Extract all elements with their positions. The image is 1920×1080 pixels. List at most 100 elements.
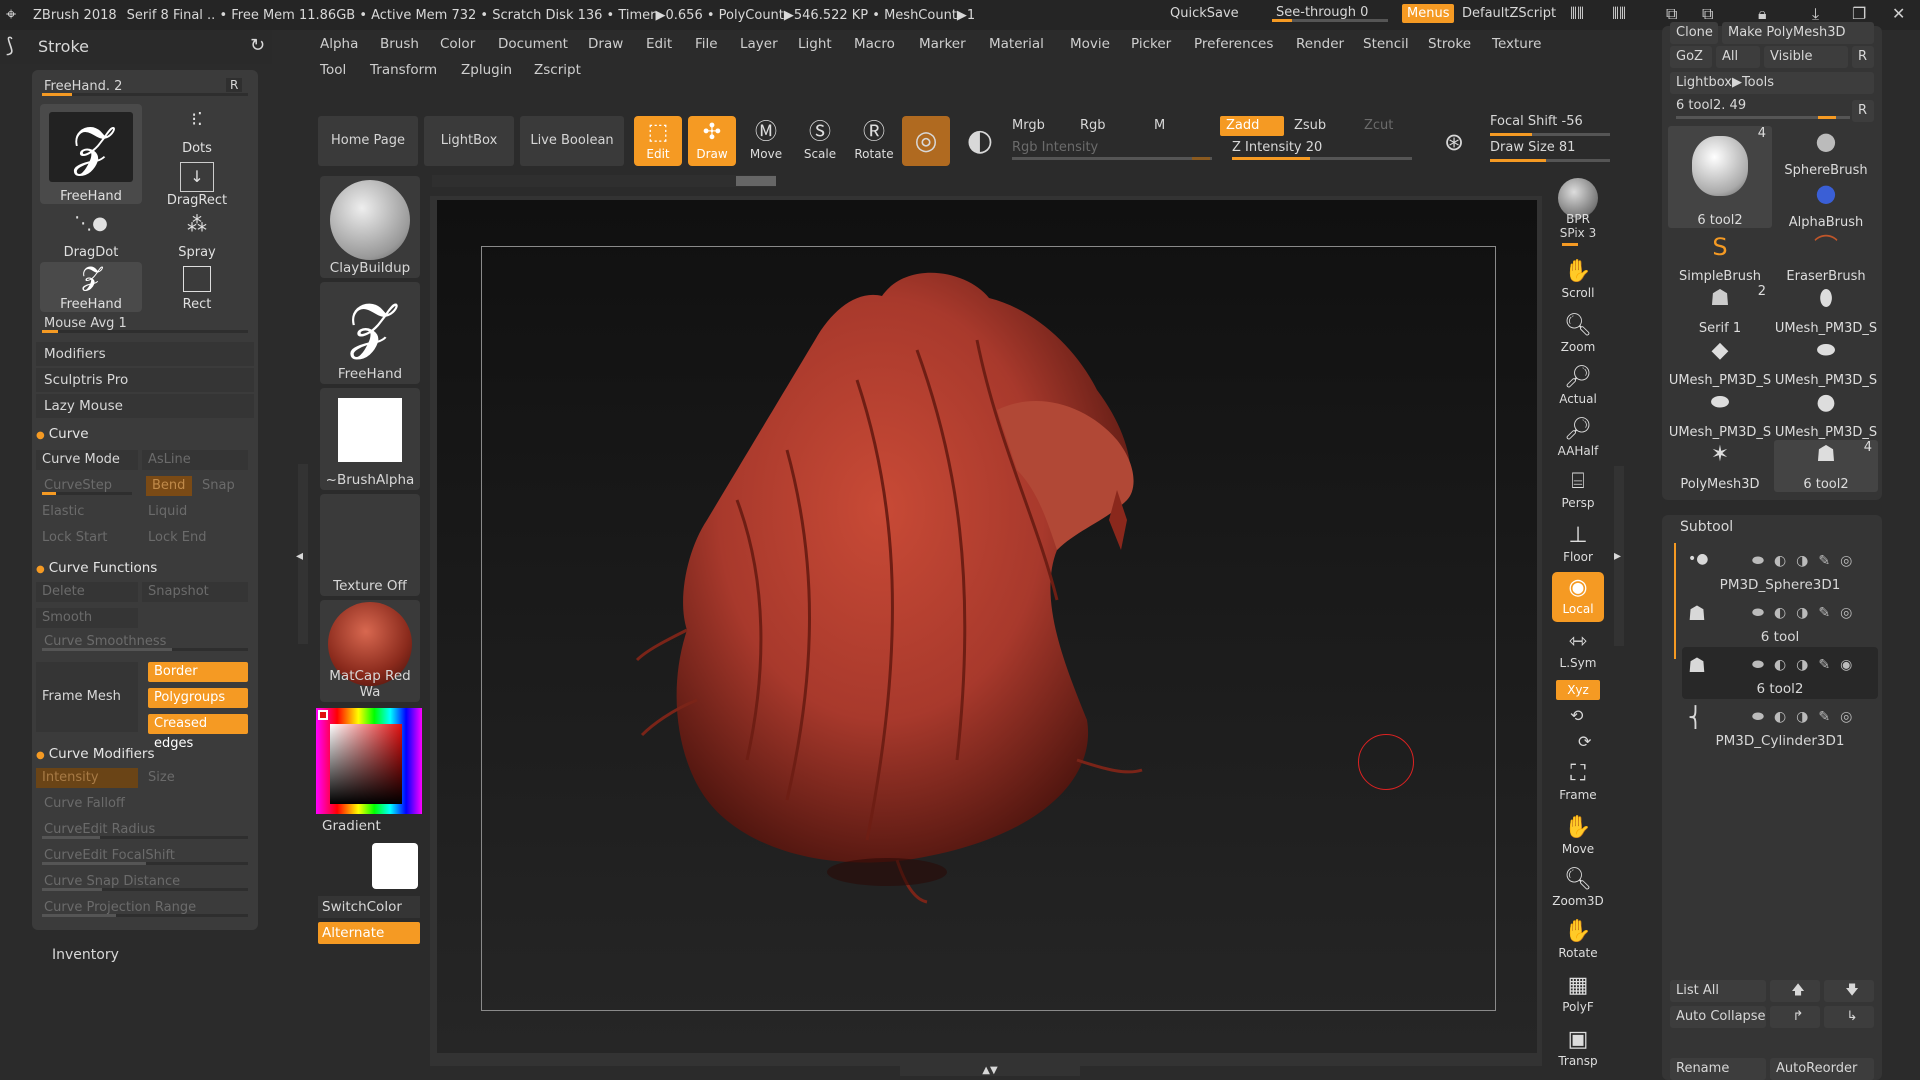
draw-mode-button[interactable]: ✣ Draw bbox=[688, 116, 736, 166]
tool-umesh-3[interactable]: ⬬ UMesh_PM3D_S bbox=[1774, 336, 1878, 388]
y-rotate-icon[interactable]: ⟲ bbox=[1570, 706, 1583, 725]
perspective-button[interactable]: ⌸ Persp bbox=[1552, 466, 1604, 516]
mrgb-button[interactable]: Mrgb bbox=[1012, 118, 1045, 133]
right-tray-collapse-icon[interactable]: ▸ bbox=[1614, 548, 1621, 564]
menu-draw[interactable]: Draw bbox=[588, 36, 623, 52]
tool-polymesh3d[interactable]: ✶ PolyMesh3D bbox=[1668, 440, 1772, 492]
menu-edit[interactable]: Edit bbox=[646, 36, 672, 52]
refresh-icon[interactable]: ↻ bbox=[250, 35, 265, 56]
move-up-button[interactable]: 🡅 bbox=[1770, 980, 1820, 1002]
frame-mesh-button[interactable]: Frame Mesh bbox=[36, 662, 138, 732]
menu-transform[interactable]: Transform bbox=[370, 62, 437, 78]
menu-stencil[interactable]: Stencil bbox=[1363, 36, 1409, 52]
zsub-button[interactable]: Zsub bbox=[1294, 118, 1326, 133]
current-stroke-button[interactable]: 𝓩 FreeHand bbox=[320, 282, 420, 384]
close-icon[interactable]: ✕ bbox=[1892, 4, 1905, 23]
menu-stroke[interactable]: Stroke bbox=[1428, 36, 1471, 52]
subtool-item-cylinder[interactable]: ⎨ ⬬◐◑✎◎ PM3D_Cylinder3D1 bbox=[1682, 699, 1878, 751]
tool-alphabrush[interactable]: ● AlphaBrush bbox=[1774, 178, 1878, 230]
rotate-mode-button[interactable]: Ⓡ Rotate bbox=[850, 116, 898, 166]
home-page-button[interactable]: Home Page bbox=[318, 116, 418, 166]
asline-button[interactable]: AsLine bbox=[142, 450, 248, 470]
menu-layer[interactable]: Layer bbox=[740, 36, 778, 52]
subtool-item-sphere[interactable]: •● ⬬◐◑✎◎ PM3D_Sphere3D1 bbox=[1682, 543, 1878, 595]
focal-shift-slider[interactable]: Focal Shift -56 bbox=[1490, 114, 1610, 138]
subtool-cylinder-icons[interactable]: ⬬◐◑✎◎ bbox=[1752, 709, 1862, 725]
color-picker[interactable] bbox=[316, 708, 422, 814]
curveedit-radius-slider[interactable]: CurveEdit Radius bbox=[36, 820, 254, 840]
see-through-slider[interactable]: See-through 0 bbox=[1270, 4, 1390, 24]
draw-size-slider[interactable]: Draw Size 81 bbox=[1490, 140, 1610, 164]
menu-marker[interactable]: Marker bbox=[919, 36, 966, 52]
polygroups-toggle[interactable]: Polygroups bbox=[148, 688, 248, 708]
zoom-button[interactable]: 🔍︎ Zoom bbox=[1552, 310, 1604, 360]
transparency-button[interactable]: ▣ Transp bbox=[1552, 1024, 1604, 1074]
modifiers-button[interactable]: Modifiers bbox=[36, 342, 254, 366]
tool-6-tool2-selected[interactable]: 4 6 tool2 bbox=[1668, 126, 1772, 228]
curve-projection-range-slider[interactable]: Curve Projection Range bbox=[36, 898, 254, 918]
curveedit-focalshift-slider[interactable]: CurveEdit FocalShift bbox=[36, 846, 254, 866]
tool-umesh-1[interactable]: ⬮ UMesh_PM3D_S bbox=[1774, 284, 1878, 336]
size-toggle[interactable]: Size bbox=[142, 768, 248, 788]
bpr-render-button[interactable]: BPR bbox=[1552, 176, 1604, 226]
menus-button[interactable]: Menus bbox=[1402, 4, 1455, 23]
spix-slider[interactable]: SPix 3 bbox=[1552, 226, 1604, 246]
stroke-r-button[interactable]: R bbox=[226, 78, 243, 92]
menu-render[interactable]: Render bbox=[1296, 36, 1344, 52]
palette-toggle-2-icon[interactable]: ⦀⦀ bbox=[1612, 4, 1626, 24]
current-tool-slider[interactable]: 6 tool2. 49 bbox=[1670, 98, 1850, 120]
palette-toggle-icon[interactable]: ⦀⦀ bbox=[1570, 4, 1584, 24]
tool-eraserbrush[interactable]: ⌒ EraserBrush bbox=[1774, 232, 1878, 284]
menu-light[interactable]: Light bbox=[798, 36, 832, 52]
gyro-button[interactable]: ◐ bbox=[956, 116, 1004, 166]
xyz-rotate-toggle[interactable]: Xyz bbox=[1556, 680, 1600, 700]
tray-collapse-icon[interactable]: ◂ bbox=[296, 548, 303, 564]
edit-mode-button[interactable]: ⬚ Edit bbox=[634, 116, 682, 166]
lightbox-button[interactable]: LightBox bbox=[424, 116, 514, 166]
switch-color-button[interactable]: SwitchColor bbox=[318, 896, 420, 918]
stroke-dragrect[interactable]: ↓ DragRect bbox=[146, 156, 248, 208]
rotate-view-button[interactable]: ✋ Rotate bbox=[1552, 916, 1604, 966]
lock-start-button[interactable]: Lock Start bbox=[36, 528, 138, 548]
menu-file[interactable]: File bbox=[695, 36, 718, 52]
tool-spherebrush[interactable]: ● SphereBrush bbox=[1774, 126, 1878, 178]
bottom-tray-handle[interactable]: ▲▼ bbox=[900, 1066, 1080, 1076]
curve-functions-section[interactable]: ● Curve Functions bbox=[36, 560, 157, 576]
clone-button[interactable]: Clone bbox=[1670, 22, 1718, 44]
tool-umesh-4[interactable]: ⬬ UMesh_PM3D_S bbox=[1668, 388, 1772, 440]
auto-collapse-button[interactable]: Auto Collapse bbox=[1670, 1006, 1766, 1028]
lsym-button[interactable]: ⇿ L.Sym bbox=[1552, 626, 1604, 676]
stroke-rect[interactable]: Rect bbox=[146, 262, 248, 312]
current-material-button[interactable]: MatCap Red Wa bbox=[320, 600, 420, 702]
move-down-button[interactable]: 🡇 bbox=[1824, 980, 1874, 1002]
current-alpha-button[interactable]: ~BrushAlpha bbox=[320, 388, 420, 490]
all-button[interactable]: All bbox=[1716, 46, 1760, 68]
curve-snap-distance-slider[interactable]: Curve Snap Distance bbox=[36, 872, 254, 892]
secondary-color-swatch[interactable] bbox=[372, 843, 418, 889]
lock-icon[interactable]: 🔒︎ bbox=[1758, 4, 1767, 24]
menu-macro[interactable]: Macro bbox=[854, 36, 895, 52]
move-view-button[interactable]: ✋ Move bbox=[1552, 812, 1604, 862]
inventory-label[interactable]: Inventory bbox=[52, 947, 119, 963]
rgb-button[interactable]: Rgb bbox=[1080, 118, 1106, 133]
m-button[interactable]: M bbox=[1154, 118, 1165, 133]
subtool-title[interactable]: Subtool bbox=[1680, 519, 1733, 535]
move-mode-button[interactable]: Ⓜ Move bbox=[742, 116, 790, 166]
layout-icon[interactable]: ⧉ bbox=[1666, 4, 1677, 24]
autoreorder-button[interactable]: AutoReorder bbox=[1770, 1058, 1874, 1080]
subtool-tool2-icons[interactable]: ⬬◐◑✎◉ bbox=[1752, 657, 1862, 673]
move-top-button[interactable]: ↱ bbox=[1770, 1006, 1820, 1028]
z-rotate-icon[interactable]: ⟳ bbox=[1578, 732, 1591, 751]
floor-button[interactable]: ⊥ Floor bbox=[1552, 520, 1604, 570]
subtool-item-6-tool[interactable]: ☗ ⬬◐◑✎◎ 6 tool bbox=[1682, 595, 1878, 647]
visible-button[interactable]: Visible bbox=[1764, 46, 1848, 68]
polyframe-button[interactable]: ▦ PolyF bbox=[1552, 970, 1604, 1020]
horizontal-scroll-track[interactable] bbox=[432, 175, 776, 187]
gradient-label[interactable]: Gradient bbox=[322, 818, 381, 834]
default-zscript-button[interactable]: DefaultZScript bbox=[1462, 6, 1556, 21]
local-button[interactable]: ◉ Local bbox=[1552, 572, 1604, 622]
snap-button[interactable]: Snap bbox=[196, 476, 248, 496]
current-stroke-slider[interactable]: FreeHand. 2 bbox=[36, 77, 254, 97]
move-bottom-button[interactable]: ↳ bbox=[1824, 1006, 1874, 1028]
zoom3d-button[interactable]: 🔍︎ Zoom3D bbox=[1552, 864, 1604, 914]
